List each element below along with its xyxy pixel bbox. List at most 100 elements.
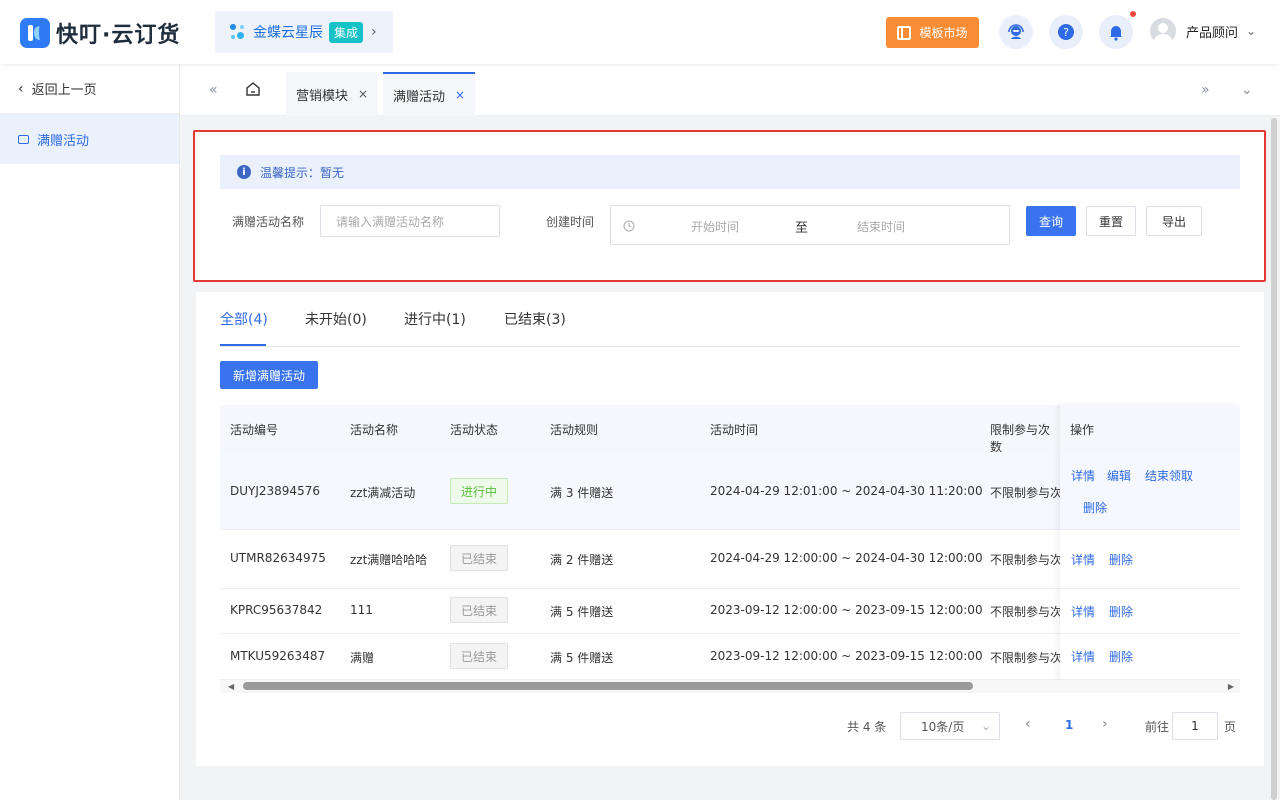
page-size-value: 10条/页 (921, 719, 965, 734)
col-id: 活动编号 (230, 423, 279, 437)
page-suffix: 页 (1224, 720, 1237, 734)
market-label: 模板市场 (919, 26, 968, 40)
cell-limit: 不限制参与次数 (990, 605, 1060, 619)
notification-button[interactable] (1099, 11, 1136, 49)
customer-service-button[interactable] (999, 15, 1033, 49)
time-filter-label: 创建时间 (546, 215, 595, 229)
tab-all[interactable]: 全部(4) (220, 309, 268, 329)
logo-text: 快叮·云订货 (56, 23, 181, 48)
tab-in-progress[interactable]: 进行中(1) (404, 309, 466, 329)
integration-chip[interactable]: 金蝶云星辰 集成 › (215, 11, 393, 53)
template-market-button[interactable]: 模板市场 (886, 17, 979, 48)
end-time-placeholder: 结束时间 (857, 220, 906, 234)
page-size-select[interactable]: 10条/页 ⌄ (900, 712, 1000, 740)
name-placeholder: 请输入满赠活动名称 (336, 214, 445, 229)
cell-limit: 不限制参与次数 (990, 651, 1060, 665)
tab-full-gift[interactable]: 满赠活动 × (383, 72, 476, 116)
close-icon[interactable]: × (358, 87, 368, 101)
reset-button[interactable]: 重置 (1086, 206, 1136, 236)
cell-id: DUYJ23894576 (230, 484, 320, 498)
delete-link[interactable]: 删除 (1109, 551, 1133, 568)
svg-text:?: ? (1063, 26, 1069, 39)
page-number[interactable]: 1 (1065, 718, 1073, 732)
detail-link[interactable]: 详情 (1071, 551, 1095, 568)
next-page-icon[interactable]: › (1102, 716, 1108, 732)
cell-name: zzt满赠哈哈哈 (350, 553, 428, 567)
cell-rule: 满 2 件赠送 (550, 553, 614, 567)
app-logo[interactable]: 快叮·云订货 (20, 17, 180, 49)
user-menu[interactable]: 产品顾问 ⌄ (1150, 18, 1256, 44)
brand-tag: 集成 (329, 21, 364, 43)
edit-link[interactable]: 编辑 (1107, 467, 1131, 484)
help-icon: ? (1058, 24, 1074, 40)
cell-rule: 满 5 件赠送 (550, 605, 614, 619)
notice-bar: i 温馨提示：暂无 (220, 155, 1240, 189)
detail-link[interactable]: 详情 (1071, 648, 1095, 665)
cell-time: 2024-04-29 12:00:00 ~ 2024-04-30 12:00:0… (710, 551, 983, 565)
user-name: 产品顾问 (1186, 25, 1239, 41)
chevron-down-icon: ⌄ (1246, 24, 1257, 38)
tab-not-started[interactable]: 未开始(0) (305, 309, 367, 329)
brand-name: 金蝶云星辰 (253, 25, 323, 41)
col-rule: 活动规则 (550, 423, 599, 437)
back-link[interactable]: ‹ 返回上一页 (0, 64, 179, 114)
detail-link[interactable]: 详情 (1071, 603, 1095, 620)
status-badge: 已结束 (450, 643, 508, 669)
export-button[interactable]: 导出 (1146, 206, 1202, 236)
scroll-left-icon[interactable]: ◀ (228, 682, 234, 691)
query-button[interactable]: 查询 (1026, 206, 1076, 236)
col-ops: 操作 (1070, 423, 1095, 437)
status-badge: 进行中 (450, 478, 508, 504)
scrollbar-thumb[interactable] (243, 682, 973, 690)
tabs-more-icon[interactable]: ⌄ (1241, 82, 1253, 98)
name-filter-label: 满赠活动名称 (232, 215, 305, 229)
add-full-gift-button[interactable]: 新增满赠活动 (220, 361, 318, 389)
cell-id: MTKU59263487 (230, 649, 326, 663)
help-button[interactable]: ? (1049, 15, 1083, 49)
date-range-picker[interactable]: 开始时间 至 结束时间 (610, 205, 1010, 245)
operations-column: 操作 详情 编辑 结束领取 删除 详情 删除 详情 删除 详情 删除 (1060, 405, 1240, 680)
tab-marketing[interactable]: 营销模块 × (286, 72, 379, 116)
goto-page-input[interactable]: 1 (1172, 712, 1218, 740)
tab-label: 营销模块 (296, 88, 349, 104)
active-tab-indicator (220, 344, 266, 346)
clock-icon (623, 220, 635, 232)
cell-time: 2024-04-29 12:01:00 ~ 2024-04-30 11:20:0… (710, 484, 983, 498)
cell-rule: 满 3 件赠送 (550, 486, 614, 500)
cell-time: 2023-09-12 12:00:00 ~ 2023-09-15 12:00:0… (710, 649, 983, 663)
col-name: 活动名称 (350, 423, 399, 437)
tab-ended[interactable]: 已结束(3) (504, 309, 566, 329)
sidebar-item-full-gift[interactable]: 满赠活动 (0, 114, 179, 164)
home-icon[interactable] (244, 80, 262, 98)
delete-link[interactable]: 删除 (1109, 648, 1133, 665)
end-claim-link[interactable]: 结束领取 (1145, 467, 1193, 484)
col-time: 活动时间 (710, 423, 759, 437)
close-icon[interactable]: × (455, 88, 465, 102)
cell-id: KPRC95637842 (230, 603, 323, 617)
top-header: 快叮·云订货 金蝶云星辰 集成 › 模板市场 ? 产品顾问 ⌄ (0, 0, 1280, 64)
back-label: 返回上一页 (31, 83, 97, 98)
status-badge: 已结束 (450, 597, 508, 623)
cell-name: 满赠 (350, 651, 375, 665)
delete-link[interactable]: 删除 (1109, 603, 1133, 620)
horizontal-scrollbar[interactable]: ◀ ▶ (220, 680, 1240, 693)
cell-name: 111 (350, 603, 373, 617)
prev-page-icon[interactable]: ‹ (1025, 716, 1031, 732)
ticket-icon (18, 134, 29, 144)
cell-rule: 满 5 件赠送 (550, 651, 614, 665)
tabs-next-icon[interactable]: » (1201, 82, 1210, 98)
scroll-right-icon[interactable]: ▶ (1228, 682, 1234, 691)
goto-label: 前往 (1145, 720, 1170, 734)
chevron-down-icon: ⌄ (980, 719, 991, 733)
tabs-prev-icon[interactable]: « (209, 82, 218, 98)
col-limit: 限制参与次数 (990, 423, 1051, 454)
tab-label: 满赠活动 (393, 89, 446, 105)
sidebar: ‹ 返回上一页 满赠活动 (0, 64, 180, 800)
delete-link[interactable]: 删除 (1083, 499, 1107, 516)
cell-limit: 不限制参与次数 (990, 486, 1060, 500)
chevron-left-icon: ‹ (18, 80, 24, 97)
start-time-placeholder: 开始时间 (691, 220, 740, 234)
detail-link[interactable]: 详情 (1071, 467, 1095, 484)
name-filter-input[interactable]: 请输入满赠活动名称 (320, 205, 500, 237)
vertical-scrollbar[interactable] (1271, 118, 1277, 800)
